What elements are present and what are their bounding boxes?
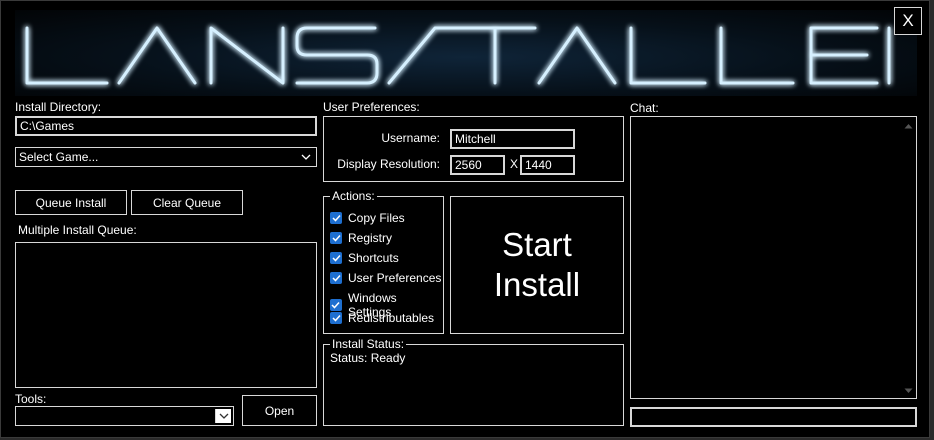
username-input[interactable]: Mitchell (450, 129, 575, 149)
resolution-width-input[interactable]: 2560 (450, 155, 505, 175)
queue-install-button[interactable]: Queue Install (15, 190, 127, 215)
lanstaller-logo (25, 26, 891, 85)
checkbox-checked-icon[interactable] (330, 232, 342, 244)
install-status-group: Install Status: Status: Ready (323, 337, 624, 426)
scroll-up-icon[interactable] (901, 119, 915, 133)
checkbox-checked-icon[interactable] (330, 252, 342, 264)
game-select-dropdown[interactable]: Select Game... (15, 147, 317, 167)
action-redistributables[interactable]: Redistributables (330, 311, 434, 325)
close-button[interactable]: X (894, 7, 922, 35)
tools-dropdown[interactable] (15, 406, 234, 426)
tools-label: Tools: (15, 392, 47, 406)
checkbox-checked-icon[interactable] (330, 312, 342, 324)
scroll-down-icon[interactable] (901, 384, 915, 398)
action-label: Registry (348, 231, 393, 245)
install-directory-input[interactable]: C:\Games (15, 116, 317, 136)
checkbox-checked-icon[interactable] (330, 299, 342, 311)
main-window: X Install Directory: C:\Games Select Gam… (0, 0, 930, 438)
action-label: Shortcuts (348, 251, 399, 265)
action-label: Copy Files (348, 211, 405, 225)
install-queue-label: Multiple Install Queue: (18, 223, 137, 237)
actions-group: Actions: Copy Files Registry Shortcuts U… (323, 189, 444, 334)
action-label: Redistributables (348, 311, 435, 325)
start-install-line2: Install (493, 266, 581, 303)
user-preferences-label: User Preferences: (323, 100, 420, 114)
action-shortcuts[interactable]: Shortcuts (330, 251, 399, 265)
action-copy-files[interactable]: Copy Files (330, 211, 405, 225)
chat-log[interactable] (630, 116, 917, 399)
game-select-value: Select Game... (19, 150, 99, 164)
install-status-legend: Install Status: (330, 337, 407, 351)
user-preferences-panel: Username: Mitchell Display Resolution: 2… (323, 116, 624, 182)
clear-queue-button[interactable]: Clear Queue (131, 190, 243, 215)
logo-banner (15, 10, 917, 96)
chat-input[interactable] (630, 407, 917, 427)
action-user-preferences[interactable]: User Preferences (330, 271, 441, 285)
install-directory-label: Install Directory: (15, 100, 102, 114)
display-resolution-label: Display Resolution: (337, 157, 440, 171)
action-label: User Preferences (348, 271, 442, 285)
chevron-down-icon (215, 409, 231, 423)
checkbox-checked-icon[interactable] (330, 212, 342, 224)
install-queue-list[interactable] (15, 242, 317, 388)
chat-label: Chat: (630, 101, 659, 115)
chevron-down-icon (298, 150, 314, 164)
resolution-separator: X (510, 157, 519, 171)
start-install-line1: Start (502, 226, 572, 263)
start-install-button[interactable]: Start Install (450, 196, 624, 334)
resolution-height-input[interactable]: 1440 (520, 155, 575, 175)
username-label: Username: (381, 131, 440, 145)
actions-legend: Actions: (330, 189, 377, 203)
checkbox-checked-icon[interactable] (330, 272, 342, 284)
open-tool-button[interactable]: Open (242, 395, 317, 426)
action-registry[interactable]: Registry (330, 231, 392, 245)
install-status-text: Status: Ready (330, 351, 406, 365)
